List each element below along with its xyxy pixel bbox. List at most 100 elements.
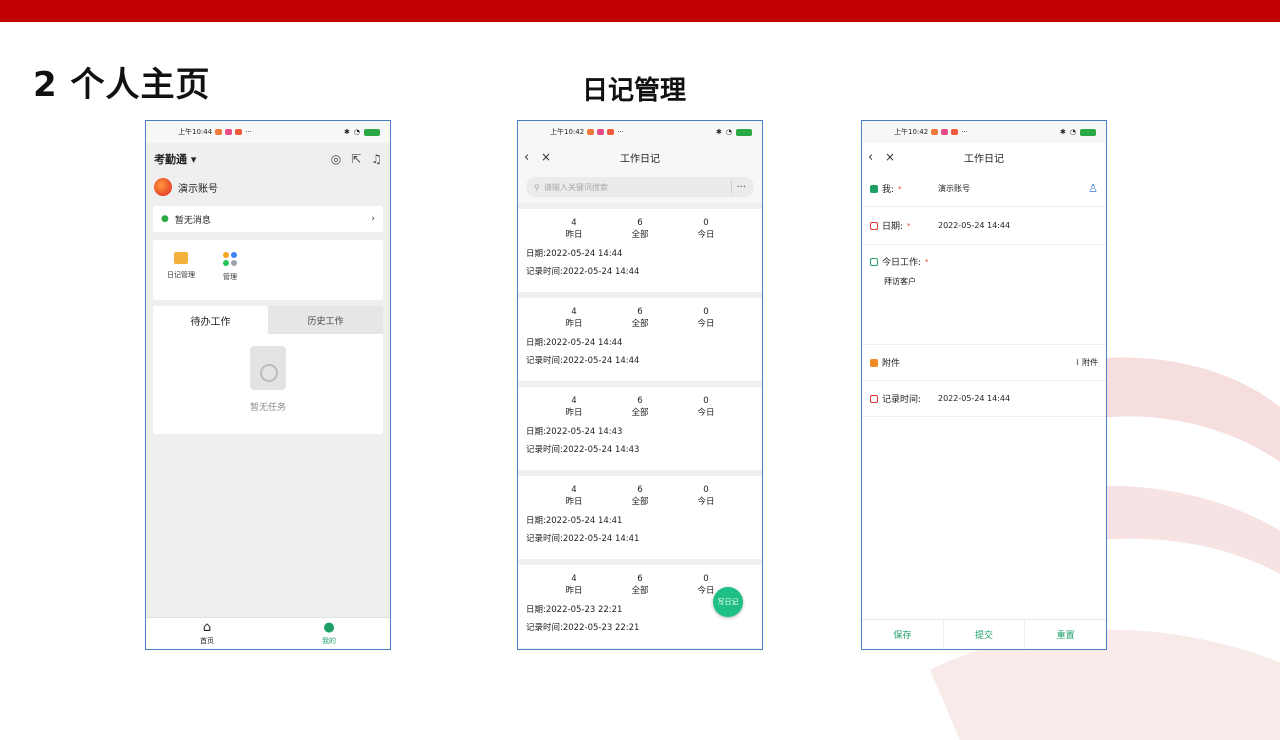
note-icon bbox=[870, 257, 878, 266]
message-card[interactable]: ● 暂无消息 › bbox=[153, 206, 383, 232]
calendar-icon bbox=[870, 394, 878, 403]
avatar bbox=[154, 178, 172, 196]
top-red-bar bbox=[0, 0, 1280, 22]
wifi-icon: ◔ bbox=[1069, 128, 1076, 136]
status-time: 上午10:42 bbox=[550, 128, 585, 136]
nav-label: 我的 bbox=[322, 637, 336, 645]
app-label: 管理 bbox=[223, 273, 237, 281]
close-icon[interactable]: × bbox=[541, 150, 551, 164]
app-label: 日记管理 bbox=[167, 271, 195, 279]
status-time: 上午10:42 bbox=[894, 128, 929, 136]
phone-home-screen: 上午10:44 ··· ✱ ◔ 考勤通 ▾ ◎ ⇱ ♫ 演示账号 ● 暂无消息 ›… bbox=[145, 120, 391, 650]
write-diary-button[interactable]: 写日记 bbox=[713, 587, 743, 617]
field-label: 附件 bbox=[882, 359, 901, 369]
nav-bar: ‹ × 工作日记 bbox=[518, 143, 762, 171]
bluetooth-icon: ✱ bbox=[344, 128, 350, 136]
app-name: 考勤通 bbox=[154, 153, 187, 166]
nav-bar: ‹ × 工作日记 bbox=[862, 143, 1106, 171]
notification-icon bbox=[215, 129, 223, 135]
share-icon[interactable]: ⇱ bbox=[351, 152, 361, 166]
message-text: 暂无消息 bbox=[174, 215, 211, 226]
notification-icon bbox=[225, 129, 233, 135]
more-icon[interactable]: ··· bbox=[736, 182, 746, 193]
chevron-right-icon: › bbox=[371, 214, 375, 224]
attachment-row: 附件 ⌇ 附件 bbox=[862, 345, 1106, 381]
tab-pending[interactable]: 待办工作 bbox=[153, 306, 268, 334]
list-item[interactable]: 4 昨日 6 全部 0 今日 日期:2022-05-24 14:44 记录时间:202… bbox=[518, 209, 762, 292]
slide-title: 2 个人主页 bbox=[33, 65, 211, 105]
nav-mine[interactable]: ● 我的 bbox=[268, 618, 390, 649]
record-value: 2022-05-24 14:44 bbox=[938, 394, 1011, 403]
search-icon: ⚲ bbox=[534, 182, 540, 192]
notification-icon bbox=[597, 129, 605, 135]
more-status-dots: ··· bbox=[961, 128, 968, 136]
record-row: 记录时间: 2022-05-24 14:44 bbox=[862, 381, 1106, 417]
status-bar: 上午10:42 ··· ✱ ◔ bbox=[518, 121, 762, 143]
app-manage[interactable]: 管理 bbox=[223, 252, 237, 288]
bluetooth-icon: ✱ bbox=[716, 128, 722, 136]
person-icon: ● bbox=[323, 620, 335, 635]
close-icon[interactable]: × bbox=[885, 150, 895, 164]
entry-record-time: 记录时间:2022-05-24 14:44 bbox=[526, 267, 640, 277]
reset-button[interactable]: 重置 bbox=[1025, 620, 1106, 649]
status-time: 上午10:44 bbox=[178, 128, 213, 136]
nav-home[interactable]: ⌂ 首页 bbox=[146, 618, 268, 649]
list-item[interactable]: 4 昨日 6 全部 0 今日 日期:2022-05-24 14:41 记录时间:202… bbox=[518, 476, 762, 559]
notification-icon bbox=[941, 129, 949, 135]
notification-icon bbox=[931, 129, 939, 135]
select-user-icon[interactable]: ♙ bbox=[1088, 182, 1098, 195]
attach-button[interactable]: ⌇ 附件 bbox=[1076, 357, 1098, 368]
user-name: 演示账号 bbox=[178, 183, 218, 195]
clipboard-icon bbox=[250, 346, 286, 390]
battery-icon bbox=[736, 128, 752, 136]
notification-icon bbox=[235, 129, 243, 135]
page-title: 工作日记 bbox=[964, 153, 1004, 165]
bell-icon: ● bbox=[161, 214, 169, 224]
app-switcher[interactable]: 考勤通 ▾ bbox=[154, 151, 196, 167]
entry-date: 日期:2022-05-24 14:44 bbox=[526, 338, 623, 348]
bell-icon[interactable]: ♫ bbox=[371, 152, 382, 166]
date-row[interactable]: 日期: * 2022-05-24 14:44 bbox=[862, 207, 1106, 245]
date-field[interactable]: 2022-05-24 14:44 bbox=[938, 221, 1098, 230]
tab-history[interactable]: 历史工作 bbox=[268, 306, 383, 334]
save-button[interactable]: 保存 bbox=[862, 620, 944, 649]
settings-icon[interactable]: ◎ bbox=[331, 152, 341, 166]
entry-record-time: 记录时间:2022-05-24 14:44 bbox=[526, 356, 640, 366]
phone-diary-list: 上午10:42 ··· ✱ ◔ ‹ × 工作日记 ⚲ 请输入关键词搜索 ··· … bbox=[517, 120, 763, 650]
entry-record-time: 记录时间:2022-05-24 14:43 bbox=[526, 445, 640, 455]
form-actions: 保存 提交 重置 bbox=[862, 619, 1106, 649]
wifi-icon: ◔ bbox=[725, 128, 732, 136]
status-bar: 上午10:42 ··· ✱ ◔ bbox=[862, 121, 1106, 143]
back-icon[interactable]: ‹ bbox=[524, 150, 529, 165]
work-textarea[interactable]: 拜访客户 bbox=[870, 276, 916, 287]
list-item[interactable]: 4 昨日 6 全部 0 今日 日期:2022-05-24 14:44 记录时间:202… bbox=[518, 298, 762, 381]
page-title: 工作日记 bbox=[620, 153, 660, 165]
empty-text: 暂无任务 bbox=[249, 403, 286, 413]
entry-date: 日期:2022-05-24 14:43 bbox=[526, 427, 623, 437]
back-icon[interactable]: ‹ bbox=[868, 150, 873, 165]
list-item[interactable]: 4 昨日 6 全部 0 今日 日期:2022-05-24 14:43 记录时间:202… bbox=[518, 387, 762, 470]
section-title: 日记管理 bbox=[582, 76, 687, 106]
empty-state: 暂无任务 bbox=[153, 334, 383, 413]
entry-record-time: 记录时间:2022-05-23 22:21 bbox=[526, 623, 640, 633]
apps-card: 日记管理 管理 bbox=[153, 240, 383, 300]
work-row: 今日工作: * 拜访客户 bbox=[862, 245, 1106, 345]
app-diary[interactable]: 日记管理 bbox=[167, 252, 195, 288]
paperclip-icon: ⌇ bbox=[1075, 358, 1080, 367]
more-status-dots: ··· bbox=[617, 128, 624, 136]
wifi-icon: ◔ bbox=[353, 128, 360, 136]
me-value: 演示账号 bbox=[938, 184, 970, 193]
bottom-nav: ⌂ 首页 ● 我的 bbox=[146, 617, 390, 649]
search-input[interactable]: ⚲ 请输入关键词搜索 ··· bbox=[526, 177, 754, 197]
entry-date: 日期:2022-05-24 14:41 bbox=[526, 516, 623, 526]
entry-record-time: 记录时间:2022-05-24 14:41 bbox=[526, 534, 640, 544]
search-placeholder: 请输入关键词搜索 bbox=[543, 182, 608, 192]
field-label: 记录时间: bbox=[882, 395, 922, 405]
work-tabs-card: 待办工作 历史工作 暂无任务 bbox=[153, 306, 383, 434]
notification-icon bbox=[607, 129, 615, 135]
phone-diary-form: 上午10:42 ··· ✱ ◔ ‹ × 工作日记 我: * 演示账号 ♙ 日期: *… bbox=[861, 120, 1107, 650]
bluetooth-icon: ✱ bbox=[1060, 128, 1066, 136]
search-row: ⚲ 请输入关键词搜索 ··· bbox=[518, 171, 762, 203]
submit-button[interactable]: 提交 bbox=[944, 620, 1026, 649]
grid-icon bbox=[223, 252, 237, 266]
